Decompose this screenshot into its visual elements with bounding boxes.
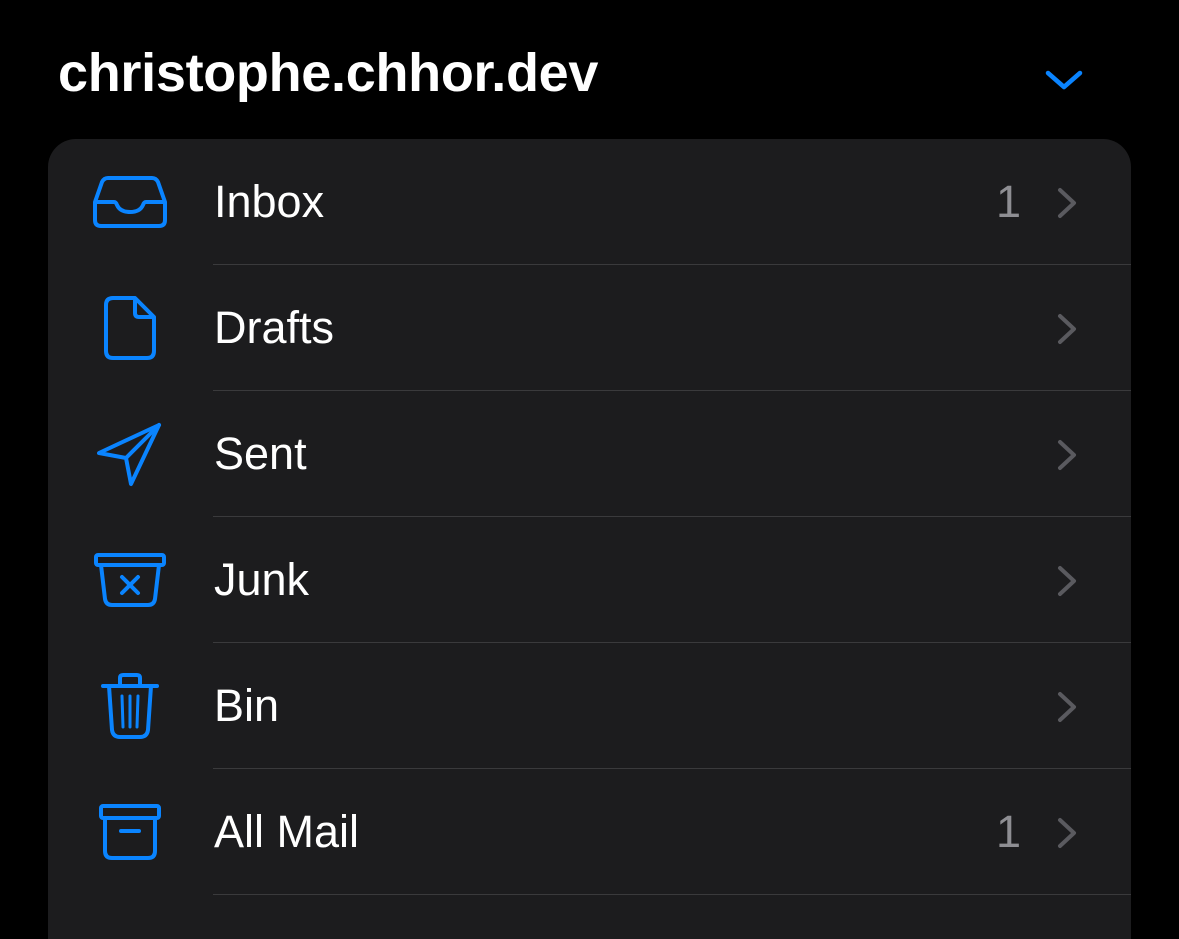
chevron-down-icon [1045, 70, 1083, 90]
mailbox-label: Bin [214, 680, 280, 731]
mailbox-row-drafts[interactable]: Drafts [48, 265, 1131, 391]
chevron-right-icon [1058, 692, 1076, 722]
junk-bin-icon [90, 547, 170, 613]
mailbox-row-all-mail[interactable]: All Mail 1 [48, 769, 1131, 895]
mailbox-label: All Mail [214, 806, 360, 857]
chevron-right-icon [1058, 314, 1076, 344]
mailbox-row-junk[interactable]: Junk [48, 517, 1131, 643]
paper-plane-icon [90, 421, 170, 487]
chevron-right-icon [1058, 818, 1076, 848]
account-header: christophe.chhor.dev [0, 0, 1179, 140]
chevron-right-icon [1058, 188, 1076, 218]
inbox-tray-icon [90, 169, 170, 235]
mailbox-row-sent[interactable]: Sent [48, 391, 1131, 517]
mailbox-label: Inbox [214, 176, 325, 227]
trash-icon [90, 673, 170, 739]
mailbox-list: Inbox 1 Drafts Sent Junk Bin All Mail 1 [48, 139, 1131, 939]
collapse-toggle-button[interactable] [1036, 58, 1092, 102]
mailbox-label: Junk [214, 554, 310, 605]
mailbox-row-bin[interactable]: Bin [48, 643, 1131, 769]
account-title: christophe.chhor.dev [58, 43, 599, 103]
mailbox-row-inbox[interactable]: Inbox 1 [48, 139, 1131, 265]
mailbox-label: Drafts [214, 302, 335, 353]
mailbox-label: Sent [214, 428, 307, 479]
archive-box-icon [90, 799, 170, 865]
chevron-right-icon [1058, 566, 1076, 596]
document-icon [90, 295, 170, 361]
unread-count: 1 [995, 176, 1021, 227]
chevron-right-icon [1058, 440, 1076, 470]
unread-count: 1 [995, 806, 1021, 857]
